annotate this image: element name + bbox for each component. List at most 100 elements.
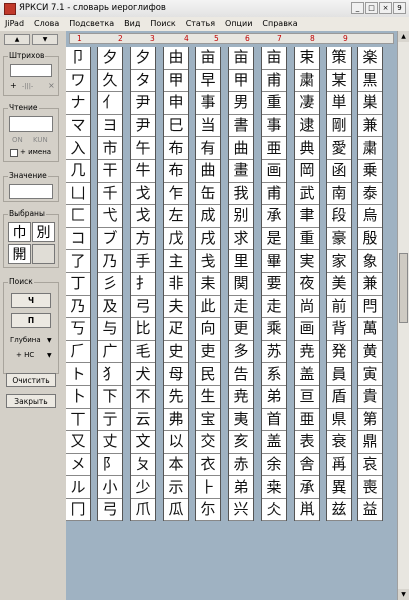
kanji-cell[interactable]: 是 — [262, 228, 286, 251]
kanji-cell[interactable]: ⺊ — [196, 476, 220, 499]
kanji-cell[interactable]: 承 — [262, 205, 286, 228]
kanji-cell[interactable]: 丁 — [66, 273, 90, 296]
kanji-cell[interactable]: 曲 — [196, 160, 220, 183]
kanji-cell[interactable]: 申 — [164, 92, 188, 115]
kanji-cell[interactable]: 弓 — [131, 296, 155, 319]
close-panel-button[interactable]: Закрыть — [6, 394, 56, 408]
reading-on-toggle[interactable]: ON — [12, 136, 23, 144]
kanji-cell[interactable]: 苏 — [262, 341, 286, 364]
kanji-cell[interactable]: ⼌ — [66, 499, 90, 522]
kanji-cell[interactable]: 画 — [295, 318, 319, 341]
search-p-button[interactable]: П — [11, 313, 51, 328]
kanji-cell[interactable]: 発 — [327, 341, 351, 364]
kanji-cell[interactable]: 戈 — [131, 183, 155, 206]
close-button[interactable]: × — [379, 2, 392, 14]
kanji-cell[interactable]: ⺅ — [98, 92, 122, 115]
kanji-cell[interactable]: 文 — [131, 431, 155, 454]
kanji-cell[interactable]: 甫 — [262, 70, 286, 93]
kanji-cell[interactable]: 手 — [131, 250, 155, 273]
names-checkbox[interactable] — [10, 149, 18, 157]
kanji-cell[interactable]: 南 — [327, 183, 351, 206]
kanji-cell[interactable]: 美 — [327, 273, 351, 296]
kanji-cell[interactable]: 兼 — [358, 115, 382, 138]
kanji-cell[interactable]: 男 — [229, 92, 253, 115]
kanji-cell[interactable]: 亥 — [229, 431, 253, 454]
kanji-cell[interactable]: 首 — [262, 409, 286, 432]
kanji-cell[interactable]: 亘 — [295, 386, 319, 409]
kanji-cell[interactable]: 仌 — [262, 499, 286, 522]
vertical-scrollbar[interactable]: ▲ ▼ — [397, 31, 409, 600]
kanji-cell[interactable]: ⼴ — [98, 341, 122, 364]
kanji-cell[interactable]: ⼸ — [98, 499, 122, 522]
kanji-cell[interactable]: 逮 — [295, 115, 319, 138]
kanji-cell[interactable]: 弟 — [229, 476, 253, 499]
scroll-down-button[interactable]: ▼ — [398, 589, 409, 600]
kanji-cell[interactable]: ⺨ — [98, 363, 122, 386]
meaning-input[interactable] — [9, 184, 53, 199]
kanji-cell[interactable]: 比 — [131, 318, 155, 341]
kanji-cell[interactable]: 背 — [327, 318, 351, 341]
kanji-cell[interactable]: 以 — [164, 431, 188, 454]
kanji-cell[interactable]: 象 — [358, 250, 382, 273]
extra-window-button[interactable]: 9 — [393, 2, 406, 14]
kanji-cell[interactable]: タ — [131, 70, 155, 93]
kanji-cell[interactable]: 表 — [295, 431, 319, 454]
kanji-cell[interactable]: 非 — [164, 273, 188, 296]
kanji-cell[interactable]: 丅 — [66, 409, 90, 432]
nav-down-arrow[interactable]: ▼ — [32, 34, 58, 45]
kanji-cell[interactable]: 黄 — [358, 341, 382, 364]
kanji-cell[interactable]: 貴 — [358, 386, 382, 409]
kanji-cell[interactable]: 宝 — [196, 409, 220, 432]
kanji-cell[interactable]: 市 — [98, 137, 122, 160]
kanji-cell[interactable]: 史 — [164, 341, 188, 364]
kanji-cell[interactable]: 凄 — [295, 92, 319, 115]
kanji-cell[interactable]: 夕 — [131, 47, 155, 70]
strokes-plus-button[interactable]: + — [10, 81, 17, 90]
kanji-cell[interactable]: 我 — [229, 183, 253, 206]
kanji-cell[interactable]: 乗 — [358, 160, 382, 183]
kanji-cell[interactable]: ル — [66, 476, 90, 499]
kanji-cell[interactable]: 又 — [66, 431, 90, 454]
kanji-cell[interactable]: 系 — [262, 363, 286, 386]
kanji-cell[interactable]: 桒 — [262, 476, 286, 499]
kanji-cell[interactable]: 向 — [196, 318, 220, 341]
strokes-range-button[interactable]: -|||- — [22, 82, 33, 90]
kanji-cell[interactable]: 益 — [358, 499, 382, 522]
kanji-cell[interactable]: 函 — [327, 160, 351, 183]
kanji-cell[interactable]: 走 — [262, 296, 286, 319]
kanji-cell[interactable]: 豪 — [327, 228, 351, 251]
kanji-cell[interactable]: 尹 — [131, 92, 155, 115]
kanji-cell[interactable]: 盖 — [262, 431, 286, 454]
chosen-kanji-3[interactable]: 開 — [8, 244, 31, 264]
menu-help[interactable]: Справка — [257, 17, 302, 31]
kanji-cell[interactable]: メ — [66, 454, 90, 477]
kanji-cell[interactable]: 剛 — [327, 115, 351, 138]
kanji-cell[interactable]: 更 — [229, 318, 253, 341]
kanji-cell[interactable]: 云 — [131, 409, 155, 432]
kanji-cell[interactable]: 耒 — [196, 273, 220, 296]
kanji-cell[interactable]: 前 — [327, 296, 351, 319]
kanji-cell[interactable]: 与 — [98, 318, 122, 341]
kanji-cell[interactable]: 交 — [196, 431, 220, 454]
kanji-cell[interactable]: 久 — [98, 70, 122, 93]
kanji-cell[interactable]: ⺠ — [196, 363, 220, 386]
kanji-cell[interactable]: 余 — [262, 454, 286, 477]
strokes-spinner[interactable] — [10, 64, 52, 77]
kanji-cell[interactable]: 告 — [229, 363, 253, 386]
kanji-cell[interactable]: 寅 — [358, 363, 382, 386]
kanji-cell[interactable]: 多 — [229, 341, 253, 364]
kanji-cell[interactable]: 了 — [66, 250, 90, 273]
kanji-cell[interactable]: 弗 — [164, 409, 188, 432]
kanji-cell[interactable]: 曲 — [229, 137, 253, 160]
kanji-cell[interactable]: 武 — [295, 183, 319, 206]
kanji-cell[interactable]: 成 — [196, 205, 220, 228]
kanji-cell[interactable]: 策 — [327, 47, 351, 70]
kanji-cell[interactable]: 書 — [229, 115, 253, 138]
kanji-cell[interactable]: 典 — [295, 137, 319, 160]
kanji-cell[interactable]: 彡 — [98, 273, 122, 296]
kanji-cell[interactable]: 兴 — [229, 499, 253, 522]
kanji-cell[interactable]: 方 — [131, 228, 155, 251]
kanji-cell[interactable]: 尓 — [196, 499, 220, 522]
kanji-cell[interactable]: 夕 — [98, 47, 122, 70]
kanji-cell[interactable]: ⺁ — [66, 341, 90, 364]
